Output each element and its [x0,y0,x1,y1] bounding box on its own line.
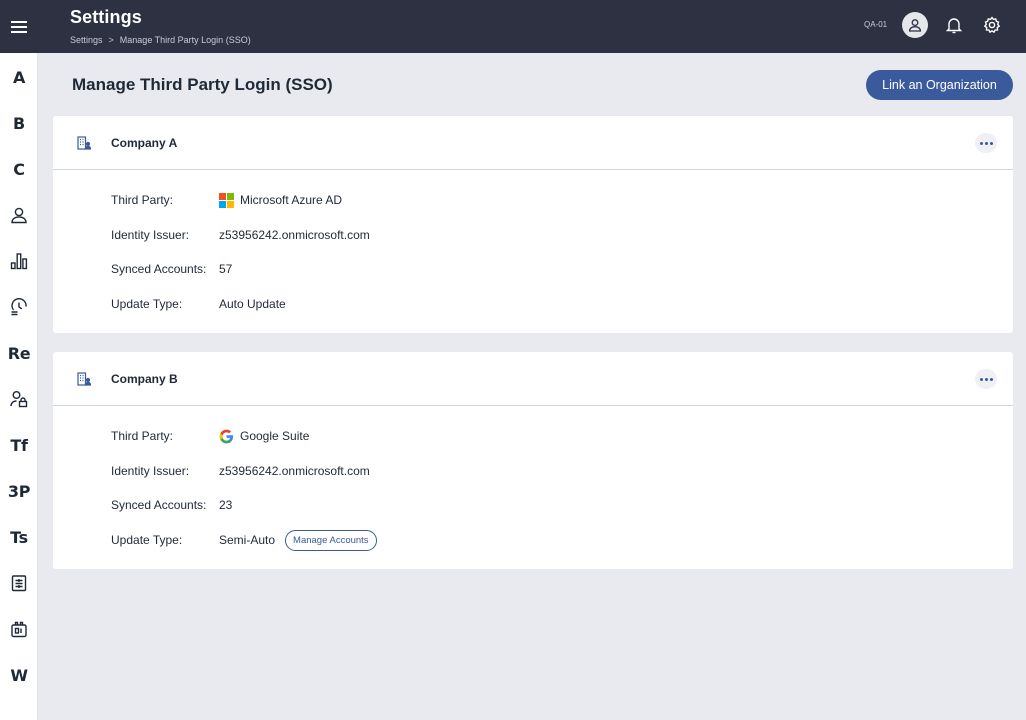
sidebar-item-device[interactable] [0,612,38,646]
sidebar-item-label: Re [7,343,31,363]
gear-icon[interactable] [980,13,1004,37]
sidebar-item-label: W [10,665,28,685]
google-icon [219,429,234,443]
user-label: QA-01 [864,20,888,29]
sidebar-item-b[interactable]: B [0,106,38,140]
sidebar-item-history[interactable] [0,290,38,324]
company-card: Company B Third Party: Google Suite Iden… [53,352,1013,569]
sidebar-item-re[interactable]: Re [0,336,38,370]
sidebar-item-label: B [13,113,25,133]
sidebar: A B C Re Tf 3P Ts W [0,0,38,720]
third-party-row: Third Party: Google Suite [111,426,309,446]
update-type-value: Semi-Auto [219,533,276,547]
synced-accounts-label: Synced Accounts: [111,262,207,276]
sidebar-item-users[interactable] [0,198,38,232]
sidebar-item-label: Tf [10,435,28,455]
microsoft-icon [219,192,234,208]
identity-issuer-label: Identity Issuer: [111,228,190,242]
sidebar-item-label: C [13,159,25,179]
synced-accounts-row: Synced Accounts: 23 [111,495,232,515]
breadcrumb-settings-link[interactable]: Settings [70,35,103,45]
user-icon [11,207,27,224]
user-lock-icon [10,391,28,408]
third-party-row: Third Party: Microsoft Azure AD [111,190,342,210]
more-options-icon[interactable] [975,133,997,153]
third-party-value: Microsoft Azure AD [240,193,343,207]
device-icon [11,621,27,638]
manage-accounts-button[interactable]: Manage Accounts [285,529,377,551]
sidebar-item-access[interactable] [0,382,38,416]
top-header: Settings Settings > Manage Third Party L… [38,0,1026,53]
identity-issuer-value: z53956242.onmicrosoft.com [219,228,370,242]
building-user-icon [77,136,91,150]
update-type-label: Update Type: [111,533,183,547]
breadcrumb-separator: > [108,35,114,45]
company-card: Company A Third Party: Microsoft Azure A… [53,116,1013,333]
update-type-label: Update Type: [111,297,183,311]
third-party-value: Google Suite [240,429,310,443]
update-type-row: Update Type: Auto Update [111,294,286,314]
link-organization-button[interactable]: Link an Organization [866,70,1013,100]
sidebar-item-c[interactable]: C [0,152,38,186]
identity-issuer-row: Identity Issuer: z53956242.onmicrosoft.c… [111,461,370,481]
bar-chart-icon [10,253,28,270]
avatar[interactable] [902,12,928,38]
checklist-icon [11,575,27,592]
sidebar-item-ts[interactable]: Ts [0,520,38,554]
third-party-label: Third Party: [111,429,174,443]
identity-issuer-value: z53956242.onmicrosoft.com [219,464,370,478]
sidebar-item-w[interactable]: W [0,658,38,692]
sidebar-item-checklist[interactable] [0,566,38,600]
card-header: Company B [53,352,1013,406]
notification-bell-icon[interactable] [942,13,966,37]
synced-accounts-value: 57 [219,262,233,276]
identity-issuer-row: Identity Issuer: z53956242.onmicrosoft.c… [111,225,370,245]
history-icon [11,298,27,316]
company-name: Company A [111,136,178,150]
user-icon [908,19,922,32]
synced-accounts-value: 23 [219,498,233,512]
more-options-icon[interactable] [975,369,997,389]
company-name: Company B [111,372,178,386]
sidebar-item-label: 3P [7,481,31,501]
sidebar-item-3p[interactable]: 3P [0,474,38,508]
update-type-value: Auto Update [219,297,286,311]
sidebar-item-label: Ts [10,527,28,547]
hamburger-menu-icon[interactable] [0,0,38,53]
sidebar-item-a[interactable]: A [0,60,38,94]
synced-accounts-label: Synced Accounts: [111,498,207,512]
identity-issuer-label: Identity Issuer: [111,464,190,478]
page-title: Manage Third Party Login (SSO) [72,75,333,94]
update-type-row: Update Type: Semi-Auto Manage Accounts [111,529,377,551]
sidebar-item-tf[interactable]: Tf [0,428,38,462]
header-title: Settings [70,7,142,27]
sidebar-item-label: A [12,67,26,87]
breadcrumb: Settings > Manage Third Party Login (SSO… [70,35,251,45]
third-party-label: Third Party: [111,193,174,207]
building-user-icon [77,372,91,386]
breadcrumb-current: Manage Third Party Login (SSO) [119,35,251,45]
card-header: Company A [53,116,1013,170]
sidebar-item-reports[interactable] [0,244,38,278]
synced-accounts-row: Synced Accounts: 57 [111,259,232,279]
